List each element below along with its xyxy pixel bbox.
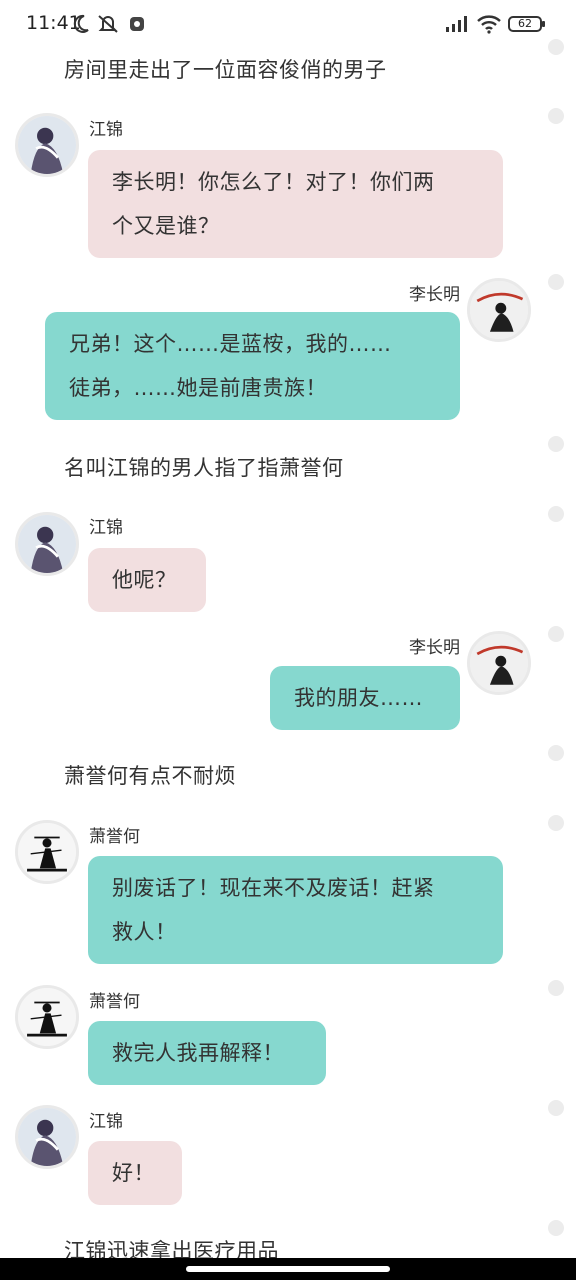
speaker-name: 江锦 — [89, 120, 123, 140]
chat-bubble[interactable]: 兄弟！这个……是蓝桉，我的…… 徒弟，……她是前唐贵族！ — [45, 312, 460, 420]
moon-icon — [72, 14, 90, 38]
mute-icon — [97, 14, 119, 38]
bubble-text: 我的朋友…… — [294, 686, 423, 710]
rail-dot[interactable] — [548, 1100, 564, 1116]
right-dot-rail — [548, 0, 564, 1280]
bubble-line: 李长明！你怎么了！对了！你们两 — [112, 170, 435, 194]
narration-text: 萧誉何有点不耐烦 — [64, 764, 236, 788]
bubble-line: 救人！ — [112, 920, 177, 944]
signal-icon — [445, 14, 471, 38]
narration-text: 房间里走出了一位面容俊俏的男子 — [64, 58, 387, 82]
avatar-jiangjin[interactable] — [15, 1105, 79, 1169]
avatar-xiaoyuhe[interactable] — [15, 985, 79, 1049]
bubble-line: 个又是谁？ — [112, 214, 220, 238]
chat-bubble[interactable]: 救完人我再解释！ — [88, 1021, 326, 1085]
rail-dot[interactable] — [548, 745, 564, 761]
speaker-name: 江锦 — [89, 518, 123, 538]
speaker-name: 萧誉何 — [89, 992, 140, 1012]
chat-bubble[interactable]: 别废话了！现在来不及废话！赶紧 救人！ — [88, 856, 503, 964]
avatar-jiangjin[interactable] — [15, 113, 79, 177]
rail-dot[interactable] — [548, 980, 564, 996]
status-bar: 11:41 62 — [0, 0, 576, 50]
speaker-name: 李长明 — [409, 638, 460, 658]
avatar-lichangming[interactable] — [467, 278, 531, 342]
speaker-name: 江锦 — [89, 1112, 123, 1132]
bubble-text: 救完人我再解释！ — [112, 1041, 284, 1065]
rail-dot[interactable] — [548, 274, 564, 290]
bubble-line: 别废话了！现在来不及废话！赶紧 — [112, 876, 435, 900]
rail-dot[interactable] — [548, 626, 564, 642]
home-bar[interactable] — [186, 1266, 390, 1272]
avatar-lichangming[interactable] — [467, 631, 531, 695]
rail-dot[interactable] — [548, 506, 564, 522]
chat-bubble[interactable]: 李长明！你怎么了！对了！你们两 个又是谁？ — [88, 150, 503, 258]
bubble-text: 他呢？ — [112, 568, 177, 592]
rail-dot[interactable] — [548, 815, 564, 831]
chat-bubble[interactable]: 我的朋友…… — [270, 666, 460, 730]
chat-bubble[interactable]: 他呢？ — [88, 548, 206, 612]
rail-dot[interactable] — [548, 436, 564, 452]
speaker-name: 萧誉何 — [89, 827, 140, 847]
avatar-jiangjin[interactable] — [15, 512, 79, 576]
bubble-line: 兄弟！这个……是蓝桉，我的…… — [69, 332, 392, 356]
rail-dot[interactable] — [548, 39, 564, 55]
narration-text: 名叫江锦的男人指了指萧誉何 — [64, 456, 344, 480]
avatar-xiaoyuhe[interactable] — [15, 820, 79, 884]
bubble-text: 好！ — [112, 1161, 155, 1185]
rail-dot[interactable] — [548, 108, 564, 124]
rail-dot[interactable] — [548, 1220, 564, 1236]
wifi-icon — [476, 14, 502, 38]
home-indicator — [0, 1258, 576, 1280]
bubble-line: 徒弟，……她是前唐贵族！ — [69, 376, 327, 400]
speaker-name: 李长明 — [409, 285, 460, 305]
settings-badge-icon — [129, 14, 145, 38]
battery-icon: 62 — [508, 16, 545, 32]
chat-bubble[interactable]: 好！ — [88, 1141, 182, 1205]
